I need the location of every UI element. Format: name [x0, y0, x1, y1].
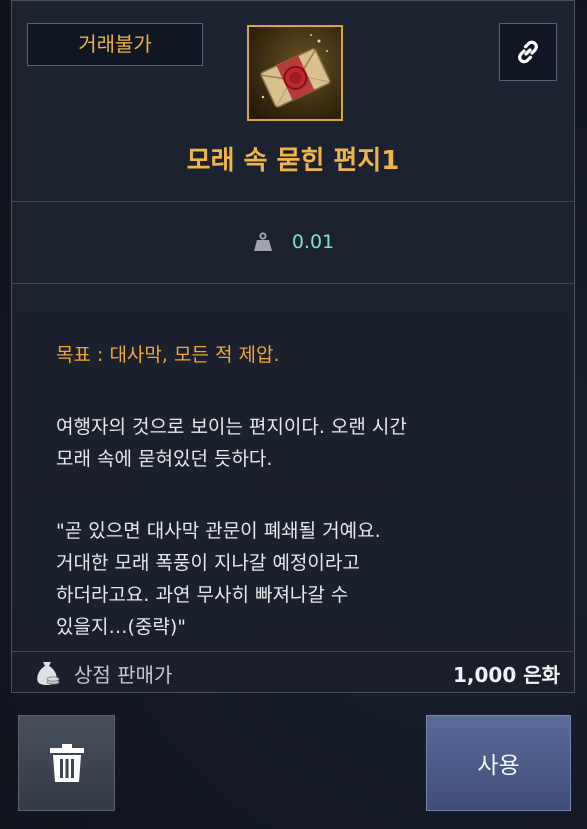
weight-icon [253, 232, 272, 251]
tooltip-header: 거래불가 모래 속 묻힌 편지1 [12, 1, 574, 202]
quote-line: "곧 있으면 대사막 관문이 폐쇄될 거예요. [56, 520, 381, 542]
item-title: 모래 속 묻힌 편지1 [186, 146, 400, 176]
shop-price-value: 1,000 은화 [452, 662, 560, 687]
use-button[interactable]: 사용 [426, 715, 571, 811]
link-icon [518, 40, 538, 64]
description-text: 여행자의 것으로 보이는 편지이다. 오랜 시간 모래 속에 묻혀있던 듯하다. [56, 411, 536, 475]
quote-text: "곧 있으면 대사막 관문이 폐쇄될 거예요. 거대한 모래 폭풍이 지나갈 예… [56, 515, 536, 643]
item-description: 목표 : 대사막, 모든 적 제압. 여행자의 것으로 보이는 편지이다. 오랜… [56, 339, 536, 683]
weight-row: 0.01 [12, 201, 574, 284]
description-line: 모래 속에 묻혀있던 듯하다. [56, 448, 273, 470]
untradable-badge: 거래불가 [27, 23, 203, 66]
sealed-letter-icon [247, 25, 343, 121]
item-goal: 목표 : 대사막, 모든 적 제압. [56, 344, 280, 366]
copy-link-button[interactable] [499, 23, 557, 81]
description-line: 여행자의 것으로 보이는 편지이다. 오랜 시간 [56, 416, 407, 438]
quote-line: 있을지…(중략)" [56, 616, 186, 638]
weight-value: 0.01 [291, 231, 335, 253]
trash-icon [49, 744, 84, 782]
item-tooltip-panel: 거래불가 모래 속 묻힌 편지1 0.01 목표: 대사막, 모든 적 제압.… [11, 0, 575, 693]
quote-line: 하더라고요. 과연 무사히 빠져나갈 수 [56, 584, 349, 606]
item-tooltip-screen: 거래불가 모래 속 묻힌 편지1 0.01 목표: 대사막, 모든 적 제압.… [0, 0, 587, 829]
delete-button[interactable] [18, 715, 115, 811]
money-bag-icon [37, 662, 60, 685]
quote-line: 거대한 모래 폭풍이 지나갈 예정이라고 [56, 552, 360, 574]
shop-price-label: 상점 판매가 [74, 662, 173, 687]
shop-price-row: 상점 판매가 1,000 은화 [12, 651, 574, 694]
